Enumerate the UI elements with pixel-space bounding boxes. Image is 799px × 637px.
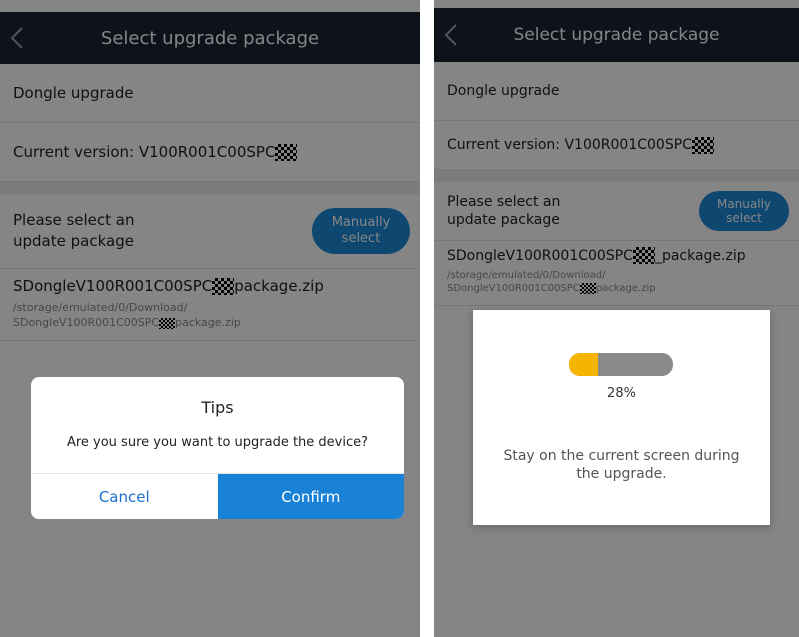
confirm-dialog: Tips Are you sure you want to upgrade th… <box>31 377 404 519</box>
dialog-buttons: Cancel Confirm <box>31 473 404 519</box>
dialog-title: Tips <box>201 398 234 417</box>
upgrade-progress-bar <box>569 353 673 376</box>
dialog-message: Are you sure you want to upgrade the dev… <box>66 435 369 450</box>
screens-divider <box>420 0 434 637</box>
upgrade-progress-fill <box>569 353 599 376</box>
progress-dialog: 28% Stay on the current screen during th… <box>473 310 770 525</box>
progress-percent: 28% <box>607 386 636 401</box>
screen-upgrade-progress: Select upgrade package Dongle upgrade Cu… <box>434 0 799 637</box>
modal-overlay <box>0 0 420 637</box>
stay-on-screen-message: Stay on the current screen during the up… <box>503 448 740 482</box>
screen-confirm-upgrade: Select upgrade package Dongle upgrade Cu… <box>0 0 420 637</box>
cancel-button[interactable]: Cancel <box>31 474 218 519</box>
confirm-button[interactable]: Confirm <box>217 474 404 519</box>
